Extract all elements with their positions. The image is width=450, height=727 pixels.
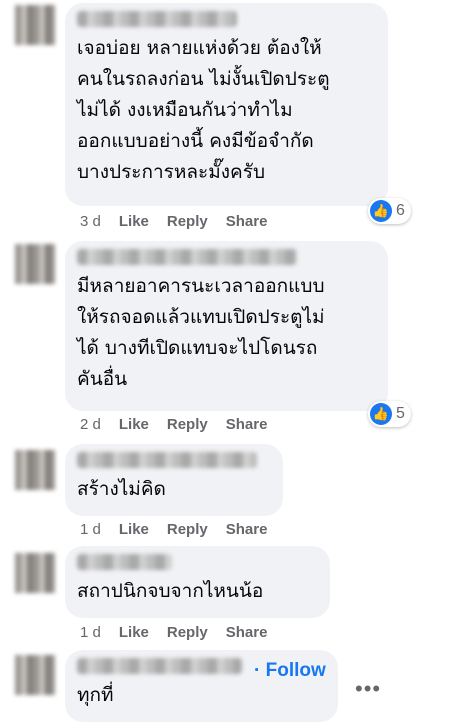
avatar[interactable] — [15, 553, 55, 593]
author-name-blurred[interactable] — [77, 658, 242, 674]
avatar[interactable] — [15, 5, 55, 45]
like-button[interactable]: Like — [119, 416, 149, 433]
like-button[interactable]: Like — [119, 521, 149, 538]
avatar[interactable] — [15, 655, 55, 695]
like-button[interactable]: Like — [119, 624, 149, 641]
avatar[interactable] — [15, 244, 55, 284]
comment-text: มีหลายอาคารนะเวลาออกแบบ ให้รถจอดแล้วแทบเ… — [77, 275, 325, 390]
comment-actions: 3 d Like Reply Share — [80, 213, 267, 230]
comment-text: ทุกที่ — [77, 684, 114, 706]
comment-age[interactable]: 1 d — [80, 521, 101, 538]
comment-age[interactable]: 3 d — [80, 213, 101, 230]
comment-text: สถาปนิกจบจากไหนน้อ — [77, 580, 264, 602]
share-button[interactable]: Share — [226, 213, 268, 230]
reaction-count[interactable]: 👍 5 — [368, 401, 411, 427]
comment-text: เจอบ่อย หลายแห่งด้วย ต้องให้ คนในรถลงก่อ… — [77, 37, 330, 183]
comment-bubble: (blurred name) สถาปนิกจบจากไหนน้อ — [65, 546, 330, 618]
author-name-blurred[interactable] — [77, 452, 257, 468]
reply-button[interactable]: Reply — [167, 624, 208, 641]
comment-bubble: (blurred name) มีหลายอาคารนะเวลาออกแบบ ใ… — [65, 241, 388, 411]
comment-age[interactable]: 1 d — [80, 624, 101, 641]
thumbs-up-icon: 👍 — [370, 403, 392, 425]
reaction-number: 5 — [396, 405, 405, 422]
reaction-count[interactable]: 👍 6 — [368, 198, 411, 224]
reaction-number: 6 — [396, 202, 405, 219]
comment-actions: 1 d Like Reply Share — [80, 521, 267, 538]
reply-button[interactable]: Reply — [167, 416, 208, 433]
author-name-blurred[interactable] — [77, 11, 237, 27]
author-name-blurred[interactable] — [77, 554, 172, 570]
like-button[interactable]: Like — [119, 213, 149, 230]
more-options-icon[interactable]: ••• — [355, 676, 381, 702]
author-name-blurred[interactable] — [77, 249, 297, 265]
comment-actions: 2 d Like Reply Share — [80, 416, 267, 433]
share-button[interactable]: Share — [226, 624, 268, 641]
follow-button[interactable]: · Follow — [254, 660, 326, 682]
avatar[interactable] — [15, 450, 55, 490]
share-button[interactable]: Share — [226, 416, 268, 433]
comment-bubble: (blurred name) สร้างไม่คิด — [65, 444, 283, 516]
comment-bubble: (blurred name) เจอบ่อย หลายแห่งด้วย ต้อง… — [65, 3, 388, 206]
comment-actions: 1 d Like Reply Share — [80, 624, 267, 641]
comment-text: สร้างไม่คิด — [77, 478, 166, 500]
reply-button[interactable]: Reply — [167, 213, 208, 230]
reply-button[interactable]: Reply — [167, 521, 208, 538]
share-button[interactable]: Share — [226, 521, 268, 538]
thumbs-up-icon: 👍 — [370, 200, 392, 222]
comment-age[interactable]: 2 d — [80, 416, 101, 433]
